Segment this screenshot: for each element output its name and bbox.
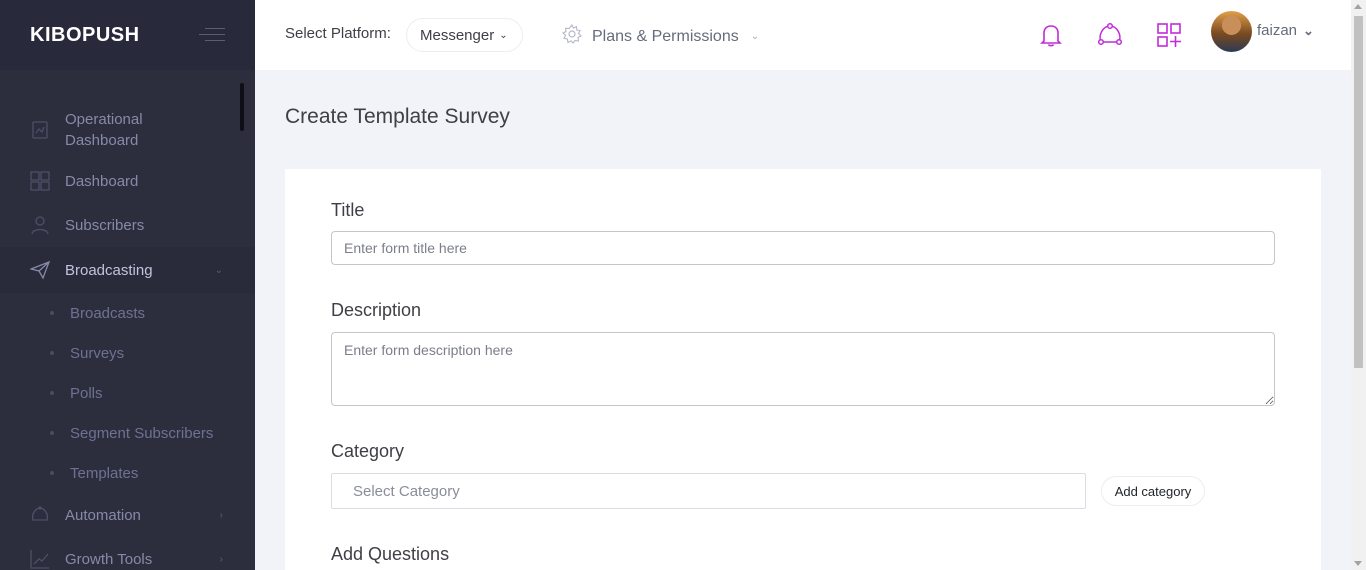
sidebar-item-dashboard[interactable]: Dashboard: [0, 159, 255, 203]
category-label: Category: [331, 441, 405, 461]
bell-icon[interactable]: [1036, 20, 1066, 50]
add-questions-label: Add Questions: [331, 544, 450, 564]
username: faizan: [1257, 22, 1298, 39]
plans-permissions-menu[interactable]: Plans & Permissions ⌄: [562, 24, 759, 49]
paper-plane-icon: [30, 260, 50, 280]
scroll-up-icon[interactable]: [1354, 4, 1362, 9]
broadcasting-submenu: Broadcasts Surveys Polls Segment Subscri…: [0, 293, 255, 493]
sidebar-subitem-broadcasts[interactable]: Broadcasts: [0, 293, 255, 333]
sidebar-subitem-label: Broadcasts: [70, 304, 146, 322]
share-nodes-icon[interactable]: [1095, 20, 1125, 50]
sidebar: KIBOPUSH Operational Dashboard Dashboard…: [0, 0, 255, 570]
sidebar-menu: Operational Dashboard: [0, 108, 255, 152]
add-category-button[interactable]: Add category: [1101, 476, 1205, 506]
sidebar-item-subscribers[interactable]: Subscribers: [0, 203, 255, 247]
category-select-placeholder: Select Category: [353, 482, 460, 500]
user-menu[interactable]: faizan ⌄: [1257, 22, 1314, 39]
sidebar-subitem-segment-subscribers[interactable]: Segment Subscribers: [0, 413, 255, 453]
scrollbar-thumb[interactable]: [1354, 16, 1363, 368]
chart-line-icon: [30, 549, 50, 569]
sidebar-item-broadcasting[interactable]: Broadcasting ⌄: [0, 247, 255, 293]
sidebar-subitem-label: Surveys: [70, 344, 125, 362]
description-textarea[interactable]: [331, 332, 1275, 406]
platform-select-value: Messenger: [420, 26, 495, 44]
sidebar-item-automation[interactable]: Automation ›: [0, 493, 255, 537]
sidebar-item-label: Operational Dashboard: [65, 111, 143, 149]
sidebar-subitem-label: Segment Subscribers: [70, 424, 214, 442]
gear-icon: [562, 24, 582, 49]
avatar[interactable]: [1211, 11, 1252, 52]
automation-icon: [30, 505, 50, 525]
sidebar-item-label: Subscribers: [65, 216, 145, 234]
sidebar-subitem-label: Polls: [70, 384, 103, 402]
scroll-down-icon[interactable]: [1354, 561, 1362, 566]
page-scrollbar[interactable]: [1351, 0, 1366, 570]
dashboard-chart-icon: [30, 120, 50, 140]
page-title: Create Template Survey: [285, 105, 510, 128]
category-select[interactable]: Select Category: [331, 473, 1086, 509]
chevron-down-icon: ⌄: [214, 264, 223, 276]
sidebar-item-label: Broadcasting: [65, 261, 153, 279]
chevron-down-icon: ⌄: [499, 29, 508, 41]
brand-logo: KIBOPUSH: [30, 23, 140, 46]
platform-select[interactable]: Messenger ⌄: [406, 18, 523, 52]
menu-toggle-icon[interactable]: [199, 26, 225, 44]
chevron-down-icon: ⌄: [750, 31, 760, 42]
chevron-right-icon: ›: [219, 509, 223, 521]
form-card: Title Description Category Select Catego…: [285, 169, 1321, 570]
sidebar-item-label: Dashboard: [65, 172, 139, 190]
brand-bar: KIBOPUSH: [0, 0, 255, 70]
title-label: Title: [331, 200, 365, 220]
sidebar-subitem-label: Templates: [70, 464, 139, 482]
description-label: Description: [331, 300, 422, 320]
user-icon: [30, 215, 50, 235]
grid-icon: [30, 171, 50, 191]
sidebar-subitem-polls[interactable]: Polls: [0, 373, 255, 413]
plans-label: Plans & Permissions: [592, 27, 739, 45]
sidebar-subitem-surveys[interactable]: Surveys: [0, 333, 255, 373]
sidebar-item-growth-tools[interactable]: Growth Tools ›: [0, 537, 255, 570]
chevron-down-icon: ⌄: [1303, 22, 1314, 38]
sidebar-item-label: Growth Tools: [65, 550, 153, 568]
sidebar-subitem-templates[interactable]: Templates: [0, 453, 255, 493]
sidebar-item-label: Automation: [65, 506, 141, 524]
chevron-right-icon: ›: [219, 553, 223, 565]
sidebar-item-operational-dashboard[interactable]: Operational Dashboard: [0, 108, 255, 152]
apps-add-icon[interactable]: [1154, 20, 1184, 50]
platform-label: Select Platform:: [285, 25, 391, 42]
top-header: Select Platform: Messenger ⌄ Plans & Per…: [255, 0, 1351, 70]
title-input[interactable]: [331, 231, 1275, 265]
